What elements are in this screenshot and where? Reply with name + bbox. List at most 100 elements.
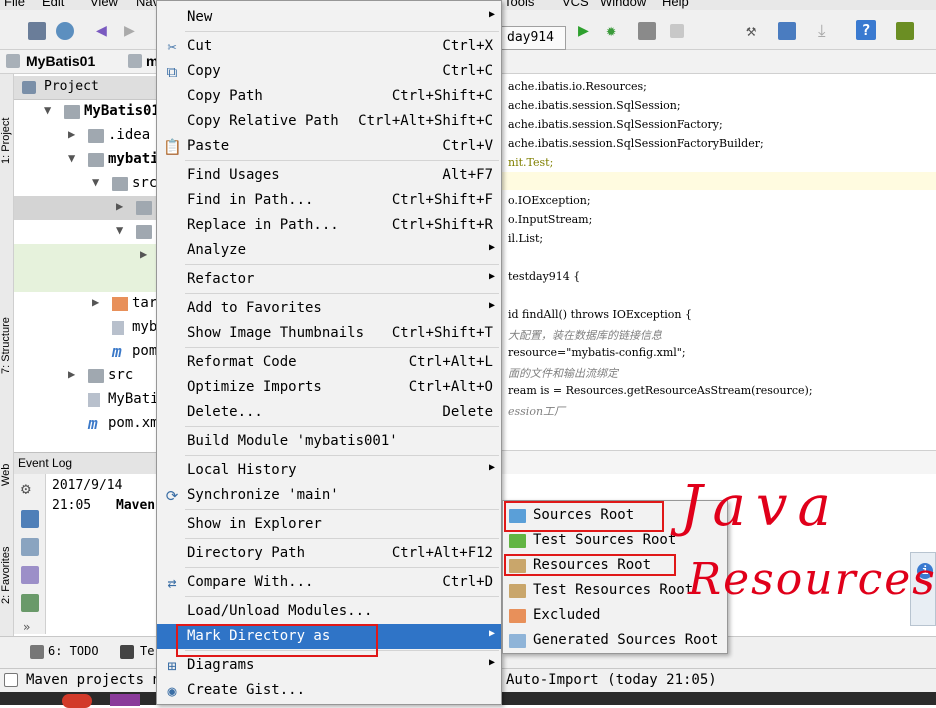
menu-item-label: Find Usages	[187, 167, 280, 183]
chevron-down-icon[interactable]: ▼	[44, 103, 51, 117]
menu-item-local-history[interactable]: Local History ▶	[157, 458, 501, 483]
menu-item-new[interactable]: New ▶	[157, 5, 501, 30]
download-icon[interactable]: ⤓	[818, 22, 836, 40]
taskbar-app-icon[interactable]	[110, 694, 140, 706]
undo-icon[interactable]: ◀	[96, 22, 114, 40]
menu-item-show-image-thumbnails[interactable]: Show Image Thumbnails Ctrl+Shift+T	[157, 321, 501, 346]
menu-item-compare-with[interactable]: ⇄ Compare With... Ctrl+D	[157, 570, 501, 595]
menu-item-directory-path[interactable]: Directory Path Ctrl+Alt+F12	[157, 541, 501, 566]
tree-node[interactable]: ▼ MyBatis01	[14, 100, 156, 124]
menu-item-optimize-imports[interactable]: Optimize Imports Ctrl+Alt+O	[157, 375, 501, 400]
menu-separator	[185, 426, 499, 427]
menu-bar-item[interactable]: View	[90, 0, 118, 9]
menu-item-load-unload-modules[interactable]: Load/Unload Modules...	[157, 599, 501, 624]
menu-separator	[185, 264, 499, 265]
run-configuration-select[interactable]: day914 ▼	[492, 26, 566, 59]
tree-node[interactable]: ▶ targe	[14, 292, 156, 316]
chevron-right-icon[interactable]: ▶	[68, 127, 75, 141]
structure-tool-tab[interactable]: 7: Structure	[0, 284, 12, 374]
tree-node[interactable]: ▶	[14, 244, 156, 268]
menu-bar-item[interactable]: File	[4, 0, 25, 9]
status-icon[interactable]	[4, 673, 18, 687]
tree-node[interactable]: ▼ src	[14, 172, 156, 196]
menu-bar-item[interactable]: Tools	[504, 0, 534, 9]
chevron-down-icon[interactable]: ▼	[92, 175, 99, 189]
breadcrumb-project[interactable]: MyBatis01	[26, 53, 95, 69]
chevron-down-icon[interactable]: ▼	[68, 151, 75, 165]
chevron-down-icon[interactable]: ▼	[116, 223, 123, 237]
project-tool-tab[interactable]: 1: Project	[0, 84, 12, 164]
menu-item-icon: 📋	[163, 138, 182, 156]
menu-item-copy[interactable]: ⧉ Copy Ctrl+C	[157, 59, 501, 84]
menu-bar-item[interactable]: Edit	[42, 0, 64, 9]
menu-item-build-module-mybatis001[interactable]: Build Module 'mybatis001'	[157, 429, 501, 454]
menu-bar-item[interactable]: VCS	[562, 0, 589, 9]
coverage-icon[interactable]	[638, 22, 656, 40]
menu-item-synchronize-main[interactable]: ⟳ Synchronize 'main'	[157, 483, 501, 508]
menu-item-refactor[interactable]: Refactor ▶	[157, 267, 501, 292]
chevron-right-icon[interactable]: ▶	[116, 199, 123, 213]
help-icon[interactable]: ?	[856, 20, 876, 40]
scroll-icon[interactable]	[21, 566, 39, 584]
stop-icon[interactable]	[670, 24, 684, 38]
tree-node[interactable]: ▼te	[14, 220, 156, 244]
tree-node[interactable]: m pom.x	[14, 340, 156, 364]
save-all-icon[interactable]	[28, 22, 46, 40]
menu-item-analyze[interactable]: Analyze ▶	[157, 238, 501, 263]
filter-icon[interactable]	[21, 538, 39, 556]
tree-node[interactable]: mybat	[14, 316, 156, 340]
menu-item-cut[interactable]: ✂ Cut Ctrl+X	[157, 34, 501, 59]
menu-item-find-in-path[interactable]: Find in Path... Ctrl+Shift+F	[157, 188, 501, 213]
menu-item-delete[interactable]: Delete... Delete	[157, 400, 501, 425]
menu-bar-item[interactable]: Window	[600, 0, 646, 9]
tree-node[interactable]: m pom.xml	[14, 412, 156, 436]
menu-item-show-in-explorer[interactable]: Show in Explorer	[157, 512, 501, 537]
menu-item-find-usages[interactable]: Find Usages Alt+F7	[157, 163, 501, 188]
menu-item-icon: ⟳	[165, 487, 179, 505]
chevron-right-icon[interactable]: ▶	[140, 247, 147, 261]
run-configuration-label: day914	[507, 30, 554, 45]
menu-item-shortcut: Ctrl+C	[442, 63, 493, 79]
menu-item-paste[interactable]: 📋 Paste Ctrl+V	[157, 134, 501, 159]
chevron-right-icon[interactable]: ▶	[68, 367, 75, 381]
menu-item-replace-in-path[interactable]: Replace in Path... Ctrl+Shift+R	[157, 213, 501, 238]
folder-icon	[64, 105, 80, 119]
submenu-item-excluded[interactable]: Excluded	[503, 603, 727, 628]
tree-node[interactable]: ▶ .idea	[14, 124, 156, 148]
menu-item-add-to-favorites[interactable]: Add to Favorites ▶	[157, 296, 501, 321]
tree-node[interactable]: MyBatis0	[14, 388, 156, 412]
event-log-icon[interactable]	[896, 22, 914, 40]
chat-icon[interactable]	[21, 510, 39, 528]
todo-tab[interactable]: 6: TODO	[48, 644, 99, 658]
check-icon[interactable]	[21, 594, 39, 612]
menu-separator	[185, 31, 499, 32]
run-icon[interactable]: ▶	[578, 22, 596, 40]
menu-item-icon: ⇄	[167, 574, 177, 592]
chevron-right-icon[interactable]: ▶	[92, 295, 99, 309]
debug-icon[interactable]: ✹	[606, 22, 624, 40]
favorites-tool-tab[interactable]: 2: Favorites	[0, 524, 12, 604]
redo-icon[interactable]: ▶	[124, 22, 142, 40]
submenu-item-generated-sources-root[interactable]: Generated Sources Root	[503, 628, 727, 653]
folder-icon	[112, 177, 128, 191]
menu-bar-item[interactable]: Help	[662, 0, 689, 9]
menu-item-reformat-code[interactable]: Reformat Code Ctrl+Alt+L	[157, 350, 501, 375]
tree-node[interactable]: ▼ mybatis	[14, 148, 156, 172]
menu-item-copy-path[interactable]: Copy Path Ctrl+Shift+C	[157, 84, 501, 109]
menu-item-copy-relative-path[interactable]: Copy Relative Path Ctrl+Alt+Shift+C	[157, 109, 501, 134]
wrench-icon[interactable]: ⚙	[21, 480, 39, 498]
code-editor[interactable]: ache.ibatis.io.Resources; ache.ibatis.ses…	[496, 74, 936, 450]
tree-node[interactable]: ▶ma	[14, 196, 156, 220]
menu-item-create-gist[interactable]: ◉ Create Gist...	[157, 678, 501, 703]
event-message[interactable]: Maven	[116, 498, 155, 513]
settings-icon[interactable]: ⚒	[746, 22, 764, 40]
taskbar-app-icon[interactable]	[62, 694, 92, 708]
project-structure-icon[interactable]	[778, 22, 796, 40]
tree-node[interactable]: ▶ src	[14, 364, 156, 388]
menu-item-label: Replace in Path...	[187, 217, 339, 233]
web-tool-tab[interactable]: Web	[0, 456, 12, 486]
sync-icon[interactable]	[56, 22, 74, 40]
tree-node[interactable]	[14, 268, 156, 292]
event-time: 21:05	[52, 498, 92, 513]
terminal-tab[interactable]: Te	[140, 644, 154, 658]
